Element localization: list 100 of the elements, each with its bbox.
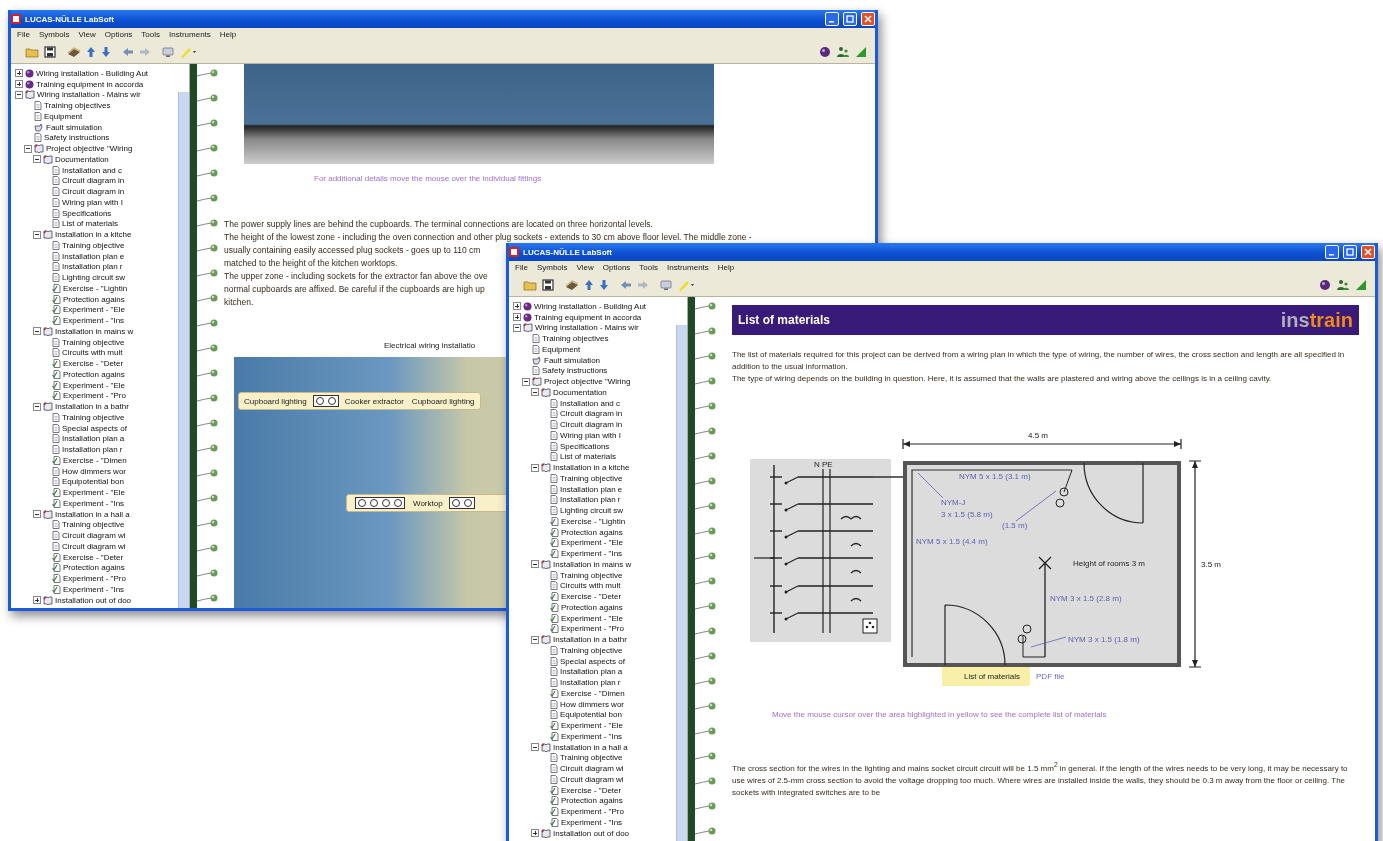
tree-item[interactable]: Lighting circuit sw [560,506,624,516]
expander-toggle[interactable] [33,327,41,336]
tree-item[interactable]: Equipment [44,111,83,121]
tree-item[interactable]: List of materials [62,219,119,229]
tree-item[interactable]: Training equipment in accorda [534,312,642,322]
tree-item[interactable]: Circuit diagram wi [62,531,126,541]
menu-item[interactable]: Help [219,30,237,39]
tree-item[interactable]: Installation out of doo [553,828,630,838]
hotspot-label[interactable]: Worktop [413,498,443,508]
down-arrow-icon[interactable] [599,279,609,291]
tree-item[interactable]: Experiment - "Ele [561,721,623,731]
tree-item[interactable]: Training objective [560,753,623,763]
tree-item[interactable]: Experiment - "Ele [63,305,125,315]
tree-item[interactable]: Protection agains [63,294,125,304]
tree-item[interactable]: Experiment - "Pro [63,574,126,584]
scrollbar[interactable] [676,325,687,841]
expander-toggle[interactable] [33,230,41,239]
tree-item[interactable]: Project objective "Wiring [46,144,133,154]
tree-item[interactable]: Exercise - "Deter [561,592,622,602]
tree-item[interactable]: Protection agains [63,369,125,379]
close-button[interactable] [1361,245,1375,259]
tree-item[interactable]: Fault simulation [544,355,601,365]
tree-item[interactable]: Training equipment in accorda [36,79,144,89]
tree-item[interactable]: Experiment - "Pro [561,624,624,634]
tree-item[interactable]: Training objective [62,240,125,250]
tree-item[interactable]: Wiring installation - Building Aut [36,68,149,78]
tree-item[interactable]: Exercise - "Lightin [561,516,626,526]
tree-item[interactable]: Protection agains [561,527,623,537]
expander-toggle[interactable] [531,388,539,397]
tree-item[interactable]: Equipment [542,344,581,354]
tree-item[interactable]: Installation plan a [62,434,125,444]
expander-toggle[interactable] [33,402,41,411]
tree-item[interactable]: Fault simulation [46,122,103,132]
tree-item[interactable]: Installation in a hall a [553,742,628,752]
tree-item[interactable]: Installation in a hall a [55,509,130,519]
tree-item[interactable]: Wiring plan with I [62,197,123,207]
tree-item[interactable]: Experiment - "Ins [63,584,125,594]
users-icon[interactable] [1336,279,1350,291]
tree-item[interactable]: Wiring installation - Mains wir [535,323,639,333]
tree-item[interactable]: Wiring installation - Building Aut [534,301,647,311]
tree-item[interactable]: Training objective [62,520,125,530]
tree-item[interactable]: Installation plan r [62,445,123,455]
tree-item[interactable]: Installation in a kitche [55,230,132,240]
expander-toggle[interactable] [513,313,521,322]
tree-item[interactable]: Experiment - "Ins [561,549,623,559]
tree-item[interactable]: Protection agains [561,796,623,806]
scrollbar[interactable] [178,92,189,608]
monitor-icon[interactable] [162,46,174,58]
pdf-link[interactable]: PDF file [1036,672,1065,681]
tree-item[interactable]: Installation in mains w [55,326,134,336]
menu-item[interactable]: View [78,30,96,39]
triangle-icon[interactable] [1355,279,1367,291]
tree-item[interactable]: Exercise - "Dimen [561,688,625,698]
tree-item[interactable]: Safety instructions [542,366,608,376]
tree-item[interactable]: Installation and c [560,398,621,408]
menu-item[interactable]: File [17,30,30,39]
tree-item[interactable]: Circuit diagram wi [560,774,624,784]
tree-item[interactable]: Exercise - "Deter [63,359,124,369]
expander-toggle[interactable] [15,90,23,99]
tree-item[interactable]: Circuit diagram in [560,420,623,430]
users-icon[interactable] [836,46,850,58]
tree-item[interactable]: Exercise - "Lightin [63,283,128,293]
hotspot-label[interactable]: Cupboard lighting [411,396,475,406]
tree-item[interactable]: Training objectives [542,334,609,344]
tree-item[interactable]: Installation in a bathr [55,402,129,412]
expander-toggle[interactable] [24,144,32,153]
tree-item[interactable]: Lighting circuit sw [62,273,126,283]
menu-item[interactable]: Tools [141,30,161,39]
tree-item[interactable]: Installation plan e [560,484,623,494]
tree-item[interactable]: Installation out of doo [55,595,132,605]
menu-item[interactable]: File [515,263,528,272]
tree-item[interactable]: Specifications [560,441,610,451]
tree-item[interactable]: Training objective [560,570,623,580]
list-of-materials-button[interactable]: List of materials [942,667,1031,686]
book-icon[interactable] [565,279,579,291]
tree-item[interactable]: Installation in a bathr [553,635,627,645]
tree-item[interactable]: Special aspects of [560,656,625,666]
tree-item[interactable]: Installation plan e [62,251,125,261]
tree-item[interactable]: Wiring installation - Mains wir [37,90,141,100]
hotspot-label[interactable]: Cupboard lighting [244,396,307,406]
tree-item[interactable]: Installation in a kitche [553,463,630,473]
minimize-button[interactable] [1325,245,1339,259]
tree-item[interactable]: Equipotential bon [560,710,622,720]
tree-item[interactable]: Experiment - "Ins [561,731,623,741]
menu-item[interactable]: Options [602,263,631,272]
tree-item[interactable]: Experiment - "Ins [63,316,125,326]
expander-toggle[interactable] [33,596,41,605]
tree-item[interactable]: Experiment - "Ele [63,488,125,498]
tree-item[interactable]: Protection agains [561,602,623,612]
minimize-button[interactable] [825,12,839,26]
tree-item[interactable]: Training objective [62,412,125,422]
tree-item[interactable]: Training objective [560,473,623,483]
tree-item[interactable]: Installation in mains w [553,559,632,569]
tree-item[interactable]: List of materials [560,452,617,462]
expander-toggle[interactable] [531,743,539,752]
tree-item[interactable]: Installation plan r [560,495,621,505]
tree-item[interactable]: Installation plan r [560,678,621,688]
menu-item[interactable]: Tools [639,263,659,272]
tree-item[interactable]: Experiment - "Ele [561,538,623,548]
folder-icon[interactable] [523,279,537,291]
